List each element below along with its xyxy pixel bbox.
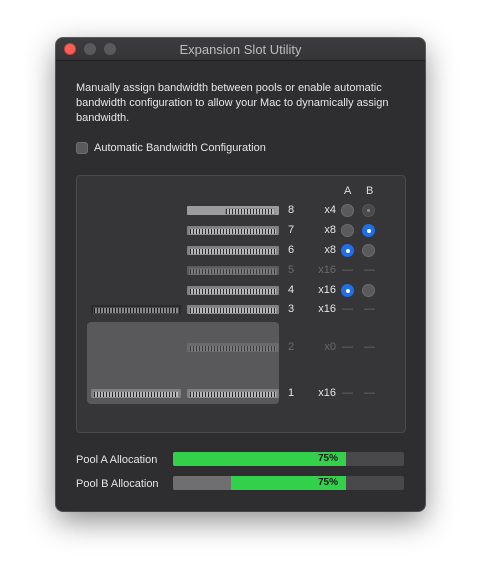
slot-7-card: [187, 226, 279, 235]
slot-1-connector-left: [93, 391, 179, 398]
column-header-b: B: [366, 185, 374, 197]
slot-3-card-left: [91, 305, 181, 314]
slot-4-pool-a-radio[interactable]: [341, 284, 354, 297]
slot-5-pool-a-dash: —: [342, 264, 353, 276]
title-bar[interactable]: Expansion Slot Utility: [56, 38, 425, 61]
pool-b-allocation-label: Pool B Allocation: [76, 478, 159, 490]
slot-lanes: x4: [324, 204, 336, 216]
slot-lanes: x16: [318, 264, 336, 276]
slot-2-pool-a-dash: —: [342, 341, 353, 353]
slot-number: 3: [288, 303, 295, 315]
slot-3-connector: [189, 307, 277, 314]
slot-3-pool-a-dash: —: [342, 303, 353, 315]
pool-b-reserved-segment: [173, 476, 231, 490]
window-title: Expansion Slot Utility: [179, 42, 302, 57]
slot-number: 5: [288, 264, 295, 276]
slot-lanes: x0: [324, 341, 336, 353]
slot-6-pool-b-radio[interactable]: [362, 244, 375, 257]
slot-5-card: [187, 266, 279, 275]
column-header-a: A: [344, 185, 352, 197]
slot-8-pool-b-radio[interactable]: [362, 204, 375, 217]
slot-2-card: [187, 343, 279, 352]
slot-7-pool-a-radio[interactable]: [341, 224, 354, 237]
slot-1-card-left: [91, 389, 181, 398]
slot-8-pool-a-radio[interactable]: [341, 204, 354, 217]
slot-1-card: [187, 389, 279, 398]
slot-4-pool-b-radio[interactable]: [362, 284, 375, 297]
description-text: Manually assign bandwidth between pools …: [76, 82, 389, 124]
expansion-slot-window: Expansion Slot Utility Manually assign b…: [56, 38, 425, 511]
auto-bandwidth-label: Automatic Bandwidth Configuration: [94, 142, 266, 154]
slot-number: 8: [288, 204, 295, 216]
pool-b-allocation-value: 75%: [318, 477, 339, 488]
slot-3-pool-b-dash: —: [364, 303, 375, 315]
pool-a-allocation-value: 75%: [318, 453, 339, 464]
slot-5-connector: [189, 268, 277, 275]
slot-8-connector: [225, 208, 275, 215]
slot-lanes: x16: [318, 387, 336, 399]
slot-6-pool-a-radio[interactable]: [341, 244, 354, 257]
slot-lanes: x8: [324, 224, 336, 236]
slot-3-connector-left: [93, 307, 179, 314]
slot-7-pool-b-radio[interactable]: [362, 224, 375, 237]
pool-b-allocation-bar: 75%: [173, 476, 404, 490]
auto-bandwidth-checkbox[interactable]: [76, 142, 88, 154]
slot-7-connector: [189, 228, 277, 235]
slot-lanes: x8: [324, 244, 336, 256]
slot-3-card: [187, 305, 279, 314]
slot-number: 4: [288, 284, 295, 296]
slot-panel: A B 8 x4 7 x8 6 x8 5 x16 — — 4 x16 3 x16…: [76, 175, 406, 433]
slot-4-card: [187, 286, 279, 295]
pool-a-allocation-bar: 75%: [173, 452, 404, 466]
slot-number: 7: [288, 224, 295, 236]
slot-number: 2: [288, 341, 295, 353]
slot-5-pool-b-dash: —: [364, 264, 375, 276]
slot-2-connector: [189, 345, 277, 352]
slot-2-pool-b-dash: —: [364, 341, 375, 353]
slot-1-connector: [189, 391, 277, 398]
slot-lanes: x16: [318, 284, 336, 296]
slot-lanes: x16: [318, 303, 336, 315]
slot-6-connector: [189, 248, 277, 255]
slot-1-pool-a-dash: —: [342, 387, 353, 399]
slot-6-card: [187, 246, 279, 255]
slot-8-card: [187, 206, 279, 215]
slot-number: 1: [288, 387, 295, 399]
pool-a-allocation-label: Pool A Allocation: [76, 454, 158, 466]
slot-4-connector: [189, 288, 277, 295]
slot-1-pool-b-dash: —: [364, 387, 375, 399]
slot-number: 6: [288, 244, 295, 256]
